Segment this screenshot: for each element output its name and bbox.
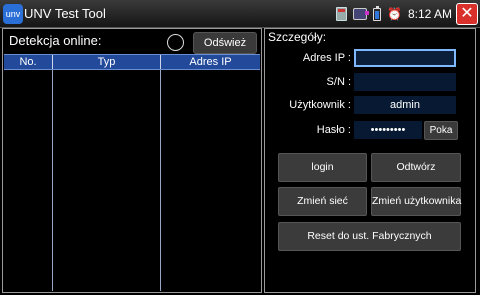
sd-card-icon (336, 7, 348, 21)
column-header-ip[interactable]: Adres IP (161, 55, 260, 69)
username-input[interactable]: admin (354, 96, 456, 114)
online-detection-title: Detekcja online: (9, 33, 102, 48)
username-label: Użytkownik : (289, 99, 351, 111)
change-network-button[interactable]: Zmień sieć (278, 187, 367, 216)
password-label: Hasło : (316, 124, 351, 136)
network-link-icon (353, 8, 370, 20)
details-panel: Szczegóły: Adres IP : S/N : Użytkownik :… (264, 28, 476, 293)
status-area: ⏰ 8:12 AM (336, 5, 452, 23)
column-header-no[interactable]: No. (4, 55, 53, 69)
detection-radio[interactable] (167, 34, 184, 51)
details-title: Szczegóły: (268, 30, 327, 44)
ip-label: Adres IP : (302, 52, 351, 64)
column-divider (4, 70, 53, 291)
battery-icon (373, 5, 382, 21)
password-input[interactable]: ••••••••• (354, 121, 422, 139)
app-title: UNV Test Tool (24, 6, 106, 21)
sn-label: S/N : (326, 76, 351, 88)
online-detection-panel: Detekcja online: Odśwież No. Typ Adres I… (2, 28, 262, 293)
factory-reset-button[interactable]: Reset do ust. Fabrycznych (278, 222, 461, 251)
column-header-type[interactable]: Typ (53, 55, 161, 69)
sn-input[interactable] (354, 73, 456, 91)
alarm-clock-icon: ⏰ (387, 7, 402, 21)
change-user-button[interactable]: Zmień użytkownika (371, 187, 461, 216)
device-table-header: No. Typ Adres IP (4, 54, 260, 70)
play-button[interactable]: Odtwórz (371, 153, 461, 182)
refresh-button[interactable]: Odśwież (193, 32, 257, 54)
show-password-button[interactable]: Poka (424, 121, 458, 140)
app-logo-icon: unv (3, 4, 23, 24)
login-button[interactable]: login (278, 153, 367, 182)
ip-address-input[interactable] (354, 49, 456, 67)
column-divider (53, 70, 161, 291)
title-bar: unv UNV Test Tool ⏰ 8:12 AM ✕ (0, 0, 480, 28)
clock: 8:12 AM (407, 7, 452, 21)
column-area (161, 70, 260, 291)
close-button[interactable]: ✕ (456, 3, 478, 25)
device-table-body[interactable] (4, 70, 260, 291)
